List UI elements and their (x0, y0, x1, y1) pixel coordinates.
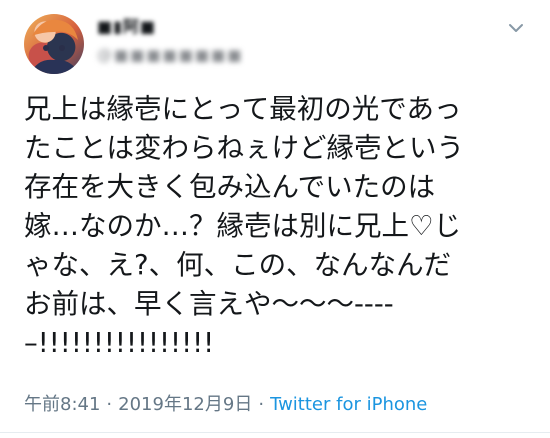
tweet-meta: 午前8:41 · 2019年12月9日 · Twitter for iPhone (24, 390, 427, 416)
display-name[interactable]: ■▮阿■ (97, 13, 156, 37)
tweet-line: お前は、早く言えや〜〜〜---- (24, 288, 394, 320)
tweet-line: 存在を大きく包み込んでいたのは (24, 171, 436, 203)
tweet-line: 兄上は縁壱にとって最初の光であっ (24, 93, 462, 125)
meta-separator: · (258, 394, 265, 415)
tweet-source-link[interactable]: Twitter for iPhone (270, 394, 427, 415)
chevron-down-icon[interactable] (506, 18, 526, 38)
tweet-text: 兄上は縁壱にとって最初の光であっ たことは変わらねぇけど縁壱という 存在を大きく包み… (24, 90, 534, 363)
divider (0, 432, 550, 433)
tweet-line: 嫁…なのか…？縁壱は別に兄上♡じ (24, 210, 462, 242)
tweet-line: –!!!!!!!!!!!!!!!! (24, 327, 215, 359)
tweet: ■▮阿■ @■■■■■■■■ 兄上は縁壱にとって最初の光であっ たことは変わらねぇ… (0, 0, 550, 438)
user-handle[interactable]: @■■■■■■■■ (97, 46, 243, 64)
meta-separator: · (106, 394, 113, 415)
anime-avatar-icon (30, 19, 80, 74)
avatar[interactable] (24, 14, 84, 74)
tweet-time[interactable]: 午前8:41 (24, 394, 100, 415)
tweet-date[interactable]: 2019年12月9日 (118, 394, 252, 415)
tweet-line: ゃな、え?、何、この、なんなんだ (24, 249, 452, 281)
tweet-line: たことは変わらねぇけど縁壱という (24, 132, 464, 164)
